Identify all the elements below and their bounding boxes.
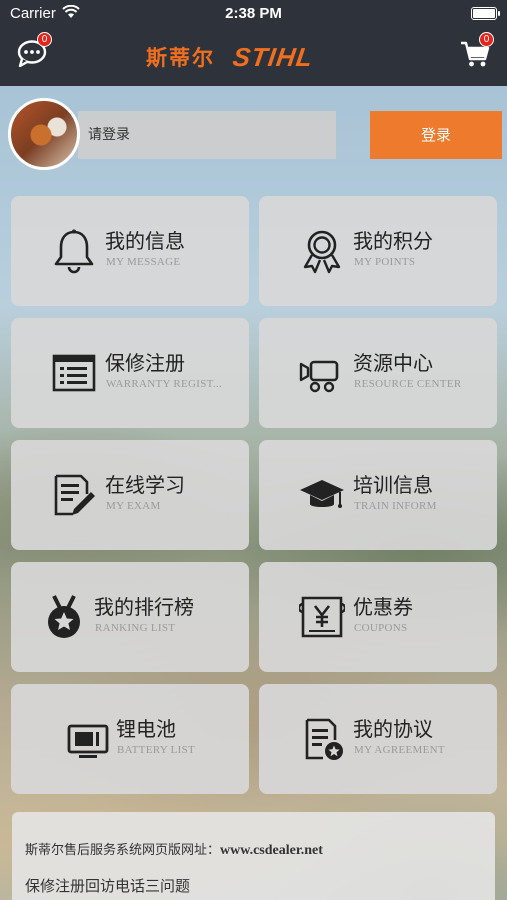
footer-info-box: 斯蒂尔售后服务系统网页版网址：www.csdealer.net 保修注册回访电话… [12, 812, 495, 900]
exam-paper-icon [54, 474, 95, 516]
tile-title: 我的排行榜 [94, 595, 194, 619]
tile-subtitle: WARRANTY REGIST... [106, 378, 223, 390]
coupon-icon [299, 596, 345, 638]
tile-subtitle: MY POINTS [354, 256, 416, 268]
tile-title: 保修注册 [105, 351, 185, 375]
tile-title: 我的协议 [353, 717, 433, 741]
battery-icon [471, 7, 500, 20]
tile-subtitle: RESOURCE CENTER [354, 378, 462, 390]
graduation-cap-icon [300, 480, 344, 508]
website-url[interactable]: www.csdealer.net [220, 843, 323, 858]
tile-subtitle: TRAIN INFORM [354, 500, 437, 512]
tile-title: 在线学习 [105, 473, 185, 497]
login-button[interactable]: 登录 [370, 111, 502, 159]
message-badge: 0 [37, 32, 52, 47]
tile-subtitle: BATTERY LIST [117, 744, 196, 756]
stihl-logo: STIHL [230, 41, 316, 72]
tile-subtitle: MY MESSAGE [106, 256, 181, 268]
form-window-icon [52, 354, 96, 392]
tile-title: 我的信息 [105, 229, 185, 253]
tile-title: 我的积分 [353, 229, 433, 253]
tile-subtitle: MY AGREEMENT [354, 744, 445, 756]
tile-title: 培训信息 [353, 473, 433, 497]
bell-icon [54, 229, 94, 274]
brand-chinese-name: 斯蒂尔 [146, 46, 215, 70]
tile-my-agreement[interactable]: 我的协议 MY AGREEMENT [259, 684, 497, 794]
tile-online-learning[interactable]: 在线学习 MY EXAM [11, 440, 249, 550]
tile-coupons[interactable]: 优惠券 COUPONS [259, 562, 497, 672]
tile-warranty-registration[interactable]: 保修注册 WARRANTY REGIST... [11, 318, 249, 428]
tile-title: 资源中心 [353, 351, 433, 375]
tile-title: 优惠券 [353, 595, 413, 619]
website-info: 斯蒂尔售后服务系统网页版网址：www.csdealer.net [25, 839, 323, 859]
battery-monitor-icon [67, 724, 109, 758]
tile-my-message[interactable]: 我的信息 MY MESSAGE [11, 196, 249, 306]
medal-icon [303, 230, 341, 274]
tile-subtitle: MY EXAM [106, 500, 161, 512]
website-label: 斯蒂尔售后服务系统网页版网址： [25, 843, 221, 858]
tile-ranking-list[interactable]: 我的排行榜 RANKING LIST [11, 562, 249, 672]
status-bar: Carrier 2:38 PM [0, 0, 507, 28]
avatar[interactable] [8, 98, 80, 170]
status-time: 2:38 PM [225, 5, 282, 22]
login-prompt-field[interactable]: 请登录 [78, 111, 336, 159]
agreement-icon [305, 718, 343, 760]
ranking-medal-icon [48, 595, 80, 638]
tile-title: 锂电池 [116, 717, 176, 741]
tile-training-info[interactable]: 培训信息 TRAIN INFORM [259, 440, 497, 550]
top-navigation-bar: Carrier 2:38 PM 0 斯蒂尔 STIHL 0 [0, 0, 507, 86]
camera-resource-icon [299, 360, 339, 393]
tile-subtitle: COUPONS [354, 622, 408, 634]
tile-subtitle: RANKING LIST [95, 622, 176, 634]
warranty-callback-link[interactable]: 保修注册回访电话三问题 [25, 875, 190, 896]
tile-resource-center[interactable]: 资源中心 RESOURCE CENTER [259, 318, 497, 428]
cart-badge: 0 [479, 32, 494, 47]
brand-title: 斯蒂尔 STIHL [146, 41, 316, 72]
tile-lithium-battery[interactable]: 锂电池 BATTERY LIST [11, 684, 249, 794]
tile-my-points[interactable]: 我的积分 MY POINTS [259, 196, 497, 306]
